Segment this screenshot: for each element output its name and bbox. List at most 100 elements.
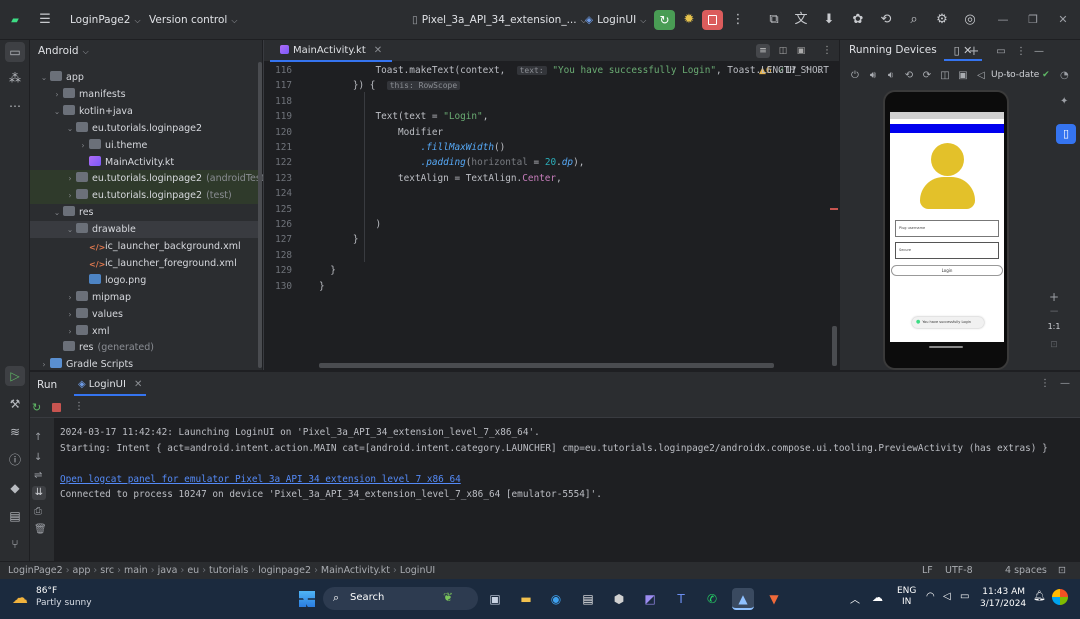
breadcrumb-item[interactable]: app (73, 565, 91, 576)
collapse-arrow-icon[interactable]: › (77, 137, 89, 154)
android-studio-taskbar-icon[interactable]: ▲ (732, 588, 754, 610)
more-icon[interactable]: ⋮ (74, 401, 84, 412)
back-icon[interactable]: ◁ (974, 69, 988, 83)
problems-tool-icon[interactable]: ⓘ (5, 450, 25, 470)
logcat-link[interactable]: Open logcat panel for emulator Pixel 3a … (60, 474, 461, 485)
breadcrumb-item[interactable]: main (124, 565, 148, 576)
scroll-to-end-icon[interactable]: ⇊ (32, 486, 46, 500)
structure-tool-icon[interactable]: ⁂ (5, 68, 25, 88)
volume-up-icon[interactable]: 🔊︎ (866, 69, 880, 83)
collapse-arrow-icon[interactable]: › (64, 170, 76, 187)
expand-arrow-icon[interactable]: ⌄ (38, 69, 50, 86)
debug-icon[interactable]: ✹ (680, 11, 698, 29)
expand-arrow-icon[interactable]: ⌄ (51, 103, 63, 120)
tab-mainactivity[interactable]: MainActivity.kt ✕ (270, 40, 393, 62)
breadcrumb-item[interactable]: eu (187, 565, 199, 576)
app-icon[interactable]: ⬢ (608, 588, 630, 610)
add-device-icon[interactable]: + (967, 45, 981, 59)
version-control-icon[interactable]: ⑂ (5, 534, 25, 554)
project-selector[interactable]: LoginPage2 ⌵ (70, 0, 141, 40)
project-scrollbar[interactable] (258, 62, 262, 368)
project-view-selector[interactable]: Android ⌵ (30, 40, 262, 62)
run-tab-loginui[interactable]: ◈ LoginUI ✕ (74, 374, 147, 396)
tree-item[interactable]: › mipmap (30, 289, 262, 306)
volume-icon[interactable]: ◁ (943, 591, 951, 602)
vcs-menu[interactable]: Version control ⌵ (149, 0, 237, 40)
rerun-button[interactable]: ↻ (654, 10, 675, 30)
battery-icon[interactable]: ▭ (960, 591, 969, 602)
language-indicator[interactable]: ENG IN (897, 586, 916, 608)
terminal-tool-icon[interactable]: ▤ (5, 506, 25, 526)
tree-item[interactable]: › ui.theme (30, 137, 262, 154)
show-hidden-icons[interactable]: ︿ (850, 591, 860, 606)
breadcrumb-item[interactable]: loginpage2 (258, 565, 311, 576)
stop-icon[interactable] (52, 403, 61, 412)
rerun-icon[interactable]: ↻ (32, 401, 41, 414)
tree-item[interactable]: › values (30, 306, 262, 323)
restore-icon[interactable]: ❐ (1025, 12, 1041, 28)
editor-options-icon[interactable]: ⋮ (820, 44, 834, 58)
whatsapp-icon[interactable]: ✆ (701, 588, 723, 610)
split-view-icon[interactable]: ◫ (776, 44, 790, 58)
taskbar-search[interactable]: ⌕ Search ❦ (323, 587, 478, 610)
zoom-fit-icon[interactable]: ⊡ (1048, 340, 1060, 350)
account-icon[interactable]: ◎ (961, 11, 979, 29)
soft-wrap-icon[interactable]: ⇌ (34, 470, 42, 481)
main-menu-icon[interactable]: ☰ (36, 11, 54, 29)
collapse-arrow-icon[interactable]: › (64, 289, 76, 306)
tree-item[interactable]: › manifests (30, 86, 262, 103)
hide-panel-icon[interactable]: — (1060, 378, 1070, 389)
more-tools-icon[interactable]: ⋯ (5, 96, 25, 116)
password-field[interactable]: Secure (895, 242, 999, 259)
breadcrumb-item[interactable]: java (158, 565, 178, 576)
clock[interactable]: 11:43 AM 3/17/2024 (980, 586, 1026, 610)
run-tool-icon[interactable]: ▷ (5, 366, 25, 386)
console-output[interactable]: 2024-03-17 11:42:42: Launching LoginUI o… (54, 418, 1080, 562)
close-icon[interactable]: ✕ (1055, 12, 1071, 28)
store-icon[interactable]: ▤ (577, 588, 599, 610)
logcat-tool-icon[interactable]: ≋ (5, 422, 25, 442)
expand-arrow-icon[interactable]: ⌄ (51, 204, 63, 221)
clear-console-icon[interactable]: 🗑︎ (34, 524, 47, 535)
editor-vertical-scrollbar[interactable] (832, 326, 837, 366)
breadcrumb-item[interactable]: LoginUI (400, 565, 435, 576)
volume-down-icon[interactable]: 🔉︎ (884, 69, 898, 83)
project-tool-icon[interactable]: ▭ (5, 42, 25, 62)
tree-item[interactable]: logo.png (30, 272, 262, 289)
lock-icon[interactable]: ⊡ (1058, 562, 1066, 580)
wifi-icon[interactable]: ◠ (926, 591, 935, 602)
expand-arrow-icon[interactable]: ⌄ (64, 120, 76, 137)
breadcrumb-item[interactable]: LoginPage2 (8, 565, 63, 576)
build-tool-icon[interactable]: ⚒ (5, 394, 25, 414)
tree-item[interactable]: </>ic_launcher_foreground.xml (30, 255, 262, 272)
design-view-icon[interactable]: ▣ (794, 44, 808, 58)
close-tab-icon[interactable]: ✕ (374, 45, 382, 56)
username-field[interactable]: Plug username (895, 220, 999, 237)
windows-start-icon[interactable] (296, 588, 318, 610)
onedrive-icon[interactable]: ☁ (872, 591, 883, 604)
translate-icon[interactable]: 文 (792, 11, 810, 29)
copilot-icon[interactable] (1052, 589, 1068, 605)
code-area[interactable]: 116 Toast.makeText(context, text: "You h… (264, 62, 829, 352)
phone-screen[interactable]: Plug username Secure Login ● You have suc… (890, 112, 1004, 342)
home-gesture-bar[interactable] (929, 346, 963, 348)
tree-item[interactable]: › eu.tutorials.loginpage2 (test) (30, 187, 262, 205)
tree-item[interactable]: </>ic_launcher_background.xml (30, 238, 262, 255)
tree-item[interactable]: MainActivity.kt (30, 154, 262, 171)
breadcrumb-item[interactable]: tutorials (209, 565, 248, 576)
editor-horizontal-scrollbar[interactable] (319, 363, 774, 368)
app-quality-icon[interactable]: ◆ (5, 478, 25, 498)
line-separator[interactable]: LF (922, 562, 933, 580)
run-options-icon[interactable]: ⋮ (1040, 378, 1050, 389)
tree-item[interactable]: ⌄ res (30, 204, 262, 221)
breadcrumb-item[interactable]: src (100, 565, 114, 576)
collapse-arrow-icon[interactable]: › (64, 306, 76, 323)
tree-item[interactable]: › eu.tutorials.loginpage2 (androidTest) (30, 170, 268, 188)
gemini-icon[interactable]: ✦ (1060, 96, 1074, 107)
stop-button[interactable] (702, 10, 723, 30)
search-icon[interactable]: ⌕ (905, 11, 923, 29)
edge-browser-icon[interactable]: ◉ (545, 588, 567, 610)
screenshot-icon[interactable]: ▣ (956, 69, 970, 83)
teams-icon[interactable]: T (670, 588, 692, 610)
run-config-selector[interactable]: ◈ LoginUI ⌵ (585, 0, 646, 40)
